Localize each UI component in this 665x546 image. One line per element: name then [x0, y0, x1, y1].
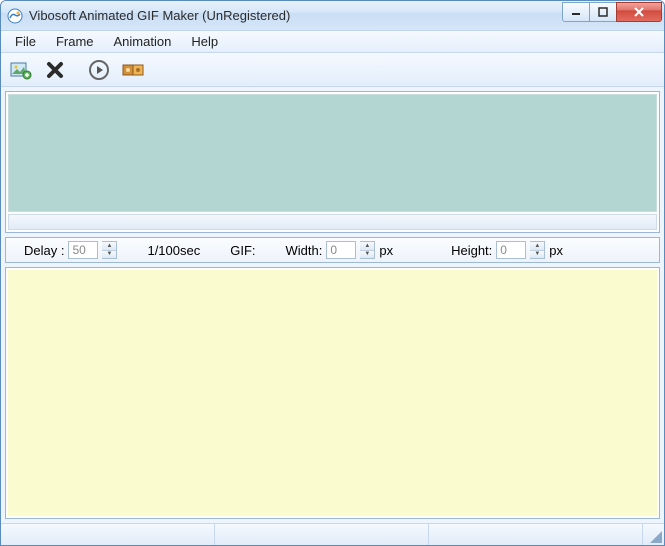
close-icon: [633, 7, 645, 17]
status-cell-2: [215, 524, 429, 545]
status-cell-1: [1, 524, 215, 545]
window-title: Vibosoft Animated GIF Maker (UnRegistere…: [29, 8, 290, 23]
status-cell-3: [429, 524, 643, 545]
delete-frame-button[interactable]: [43, 58, 67, 82]
chevron-down-icon[interactable]: ▼: [360, 251, 374, 259]
width-label: Width:: [286, 243, 323, 258]
width-input[interactable]: 0: [326, 241, 356, 259]
menu-bar: File Frame Animation Help: [1, 31, 664, 53]
export-button[interactable]: [121, 58, 145, 82]
app-window: Vibosoft Animated GIF Maker (UnRegistere…: [0, 0, 665, 546]
client-area: Delay : 50 ▲ ▼ 1/100sec GIF: Width: 0 ▲ …: [1, 87, 664, 523]
resize-grip-icon[interactable]: [650, 531, 662, 543]
canvas-panel: [5, 267, 660, 519]
play-icon: [88, 59, 110, 81]
export-icon: [122, 61, 144, 79]
chevron-up-icon[interactable]: ▲: [360, 242, 374, 251]
maximize-icon: [598, 7, 608, 17]
menu-frame[interactable]: Frame: [46, 32, 104, 51]
width-spinner[interactable]: ▲ ▼: [360, 241, 375, 259]
app-icon: [7, 8, 23, 24]
resize-grip-cell[interactable]: [643, 524, 664, 545]
properties-bar: Delay : 50 ▲ ▼ 1/100sec GIF: Width: 0 ▲ …: [5, 237, 660, 263]
maximize-button[interactable]: [589, 2, 617, 22]
delay-label: Delay :: [24, 243, 64, 258]
height-spinner[interactable]: ▲ ▼: [530, 241, 545, 259]
width-unit: px: [379, 243, 393, 258]
height-label: Height:: [451, 243, 492, 258]
frames-scrollbar[interactable]: [8, 214, 657, 230]
minimize-button[interactable]: [562, 2, 590, 22]
delete-icon: [45, 60, 65, 80]
canvas-area[interactable]: [8, 270, 657, 516]
menu-file[interactable]: File: [5, 32, 46, 51]
delay-unit-label: 1/100sec: [147, 243, 200, 258]
add-frame-icon: [10, 60, 32, 80]
delay-input[interactable]: 50: [68, 241, 98, 259]
delay-spinner[interactable]: ▲ ▼: [102, 241, 117, 259]
status-bar: [1, 523, 664, 545]
gif-label: GIF:: [230, 243, 255, 258]
title-bar[interactable]: Vibosoft Animated GIF Maker (UnRegistere…: [1, 1, 664, 31]
menu-help[interactable]: Help: [181, 32, 228, 51]
chevron-down-icon[interactable]: ▼: [530, 251, 544, 259]
frames-panel: [5, 91, 660, 233]
close-button[interactable]: [616, 2, 662, 22]
height-unit: px: [549, 243, 563, 258]
window-controls: [563, 2, 662, 22]
chevron-down-icon[interactable]: ▼: [102, 251, 116, 259]
menu-animation[interactable]: Animation: [104, 32, 182, 51]
play-button[interactable]: [87, 58, 111, 82]
minimize-icon: [571, 7, 581, 17]
chevron-up-icon[interactable]: ▲: [102, 242, 116, 251]
chevron-up-icon[interactable]: ▲: [530, 242, 544, 251]
toolbar: [1, 53, 664, 87]
height-input[interactable]: 0: [496, 241, 526, 259]
frames-preview-area[interactable]: [8, 94, 657, 212]
add-frame-button[interactable]: [9, 58, 33, 82]
